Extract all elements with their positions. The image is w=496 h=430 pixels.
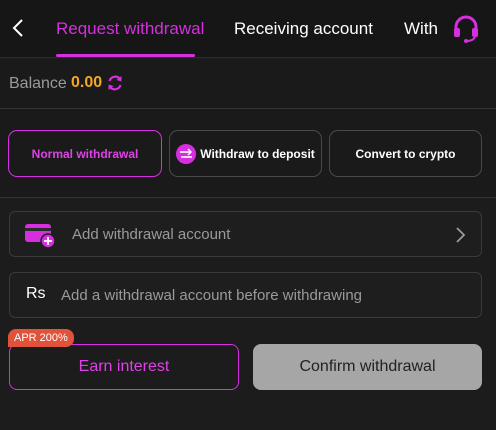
balance-value: 0.00 xyxy=(71,74,103,91)
balance-label: Balance xyxy=(9,75,67,92)
tab-withdrawal-history[interactable]: With xyxy=(404,0,444,58)
refresh-icon[interactable] xyxy=(106,74,124,92)
confirm-withdrawal-label: Confirm withdrawal xyxy=(299,358,436,375)
back-button[interactable] xyxy=(8,15,28,41)
currency-symbol: Rs xyxy=(26,285,46,302)
confirm-withdrawal-button[interactable]: Confirm withdrawal xyxy=(253,344,482,390)
withdraw-to-deposit-button[interactable]: Withdraw to deposit xyxy=(169,130,322,177)
amount-placeholder: Add a withdrawal account before withdraw… xyxy=(61,287,363,304)
earn-interest-button[interactable]: Earn interest xyxy=(9,344,239,390)
add-withdrawal-account-row[interactable]: Add withdrawal account xyxy=(9,211,482,257)
convert-to-crypto-button[interactable]: Convert to crypto xyxy=(329,130,482,177)
apr-badge: APR 200% xyxy=(8,329,74,347)
chevron-left-icon xyxy=(12,19,23,37)
normal-withdrawal-label: Normal withdrawal xyxy=(31,146,139,161)
tab-request-withdrawal[interactable]: Request withdrawal xyxy=(56,0,204,58)
chevron-right-icon xyxy=(456,227,466,243)
earn-interest-label: Earn interest xyxy=(78,358,170,375)
withdraw-to-deposit-label: Withdraw to deposit xyxy=(200,146,315,161)
normal-withdrawal-button[interactable]: Normal withdrawal xyxy=(8,130,162,177)
tab-receiving-account[interactable]: Receiving account xyxy=(234,0,373,58)
convert-to-crypto-label: Convert to crypto xyxy=(355,146,456,161)
card-add-icon xyxy=(25,224,56,248)
top-nav: Request withdrawal Receiving account Wit… xyxy=(0,0,496,58)
add-withdrawal-account-label: Add withdrawal account xyxy=(72,226,231,243)
withdrawal-amount-field[interactable]: Rs Add a withdrawal account before withd… xyxy=(9,272,482,318)
transfer-icon xyxy=(176,143,197,164)
active-tab-indicator xyxy=(56,54,195,57)
headset-icon xyxy=(454,15,478,43)
support-button[interactable] xyxy=(448,12,484,44)
withdrawal-method-group: Normal withdrawal Withdraw to deposit Co… xyxy=(0,110,496,198)
balance-row: Balance 0.00 xyxy=(0,59,496,109)
